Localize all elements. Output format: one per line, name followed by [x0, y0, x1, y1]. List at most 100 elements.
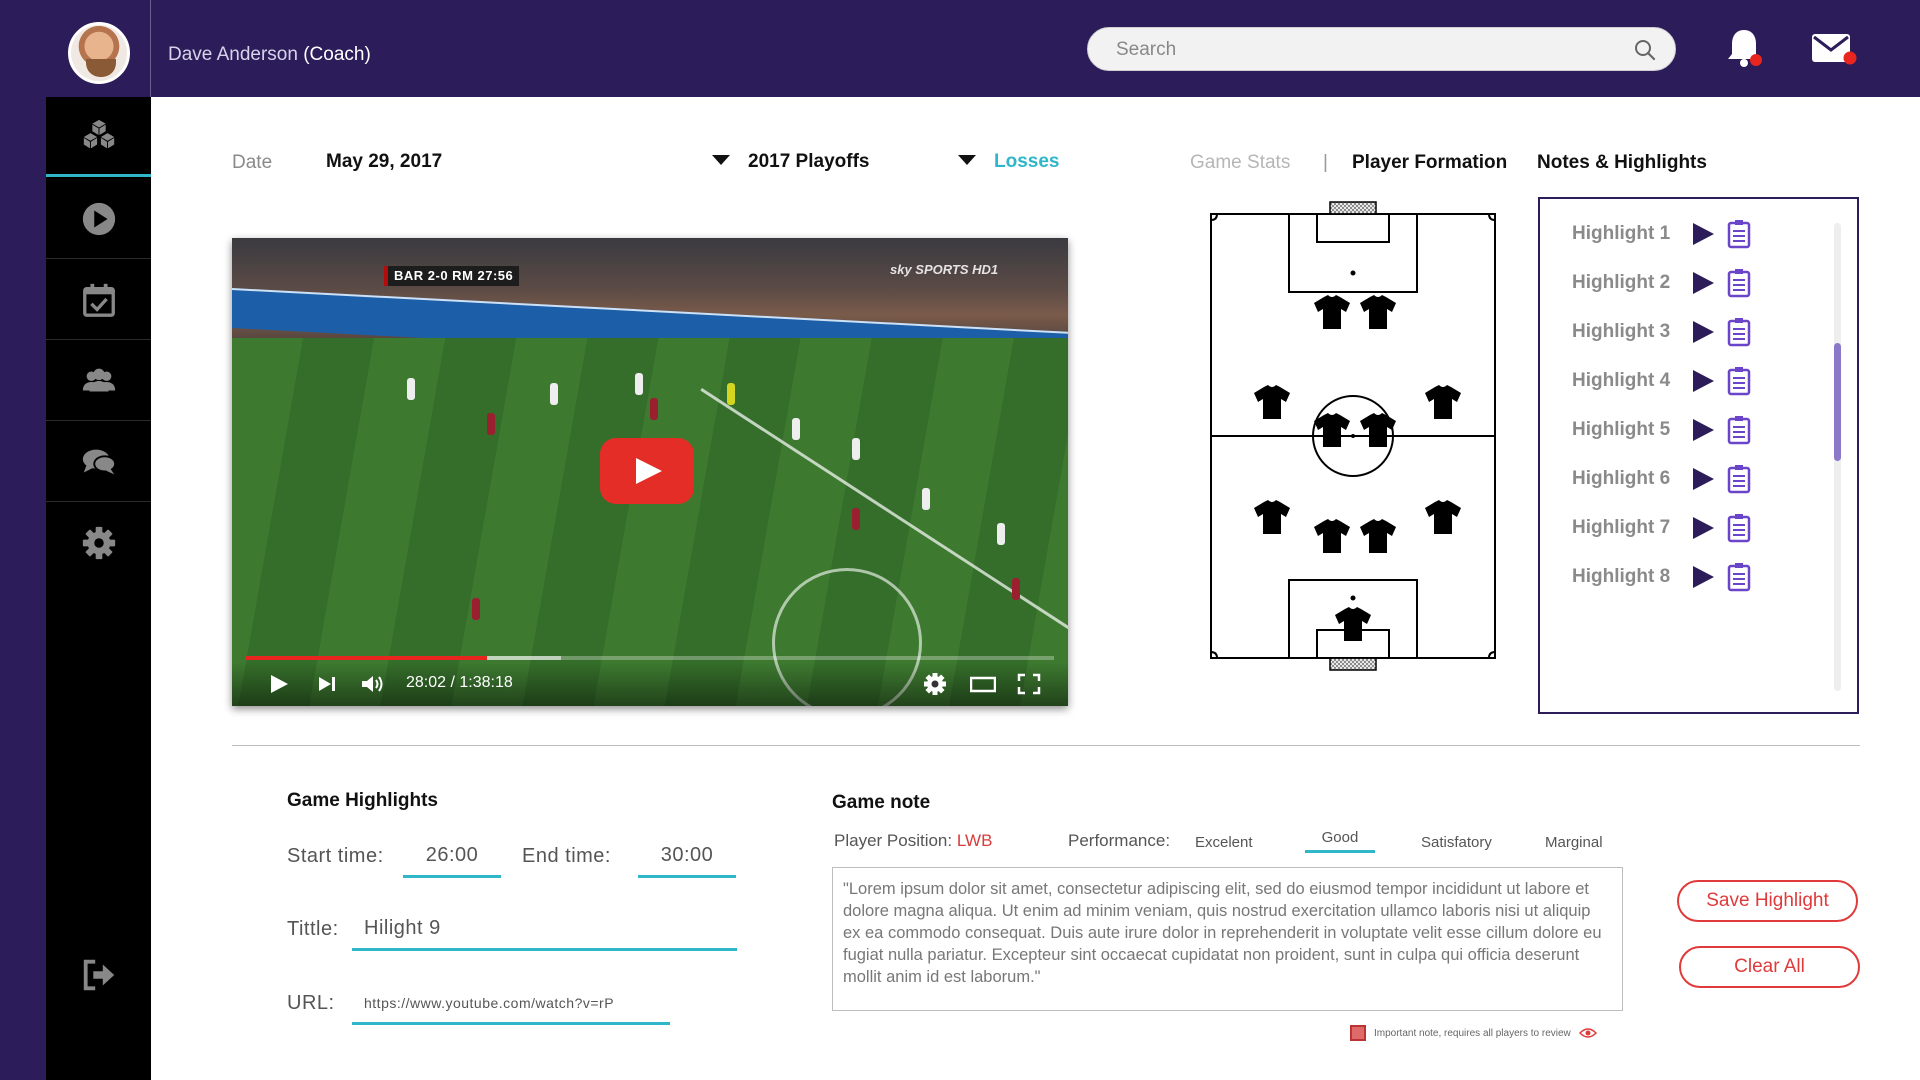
video-player-figure — [727, 383, 735, 405]
video-player-figure — [635, 373, 643, 395]
sidebar-item-video[interactable] — [46, 179, 151, 259]
sidebar-item-team[interactable] — [46, 341, 151, 421]
highlight-label: Highlight 1 — [1572, 223, 1671, 244]
video-player-figure — [550, 383, 558, 405]
clipboard-icon[interactable] — [1726, 513, 1752, 543]
end-time-field[interactable]: 30:00 — [638, 836, 736, 878]
sidebar-item-schedule[interactable] — [46, 260, 151, 340]
sidebar-item-dashboard[interactable] — [46, 97, 151, 177]
user-role: (Coach) — [303, 44, 371, 65]
player-position-value[interactable]: LWB — [957, 831, 993, 850]
tab-game-stats[interactable]: Game Stats — [1190, 152, 1290, 174]
play-icon[interactable] — [1690, 417, 1716, 443]
performance-option-marginal[interactable]: Marginal — [1545, 834, 1603, 851]
play-icon[interactable] — [1690, 564, 1716, 590]
video-progress-bar[interactable] — [246, 656, 1054, 660]
video-controls: 28:02 / 1:38:18 — [232, 662, 1068, 706]
play-icon[interactable] — [1690, 221, 1716, 247]
date-label: Date — [232, 152, 273, 173]
theater-mode-icon[interactable] — [970, 672, 996, 696]
settings-gear-icon[interactable] — [922, 672, 948, 696]
url-field[interactable]: https://www.youtube.com/watch?v=rP — [352, 983, 670, 1025]
clipboard-icon[interactable] — [1726, 268, 1752, 298]
avatar[interactable] — [68, 22, 130, 84]
skip-next-icon[interactable] — [314, 672, 340, 696]
scrollbar-thumb[interactable] — [1834, 343, 1841, 461]
logout-button[interactable] — [46, 935, 151, 1015]
sidebar-item-settings[interactable] — [46, 503, 151, 583]
start-time-label: Start time: — [287, 845, 384, 867]
clipboard-icon[interactable] — [1726, 219, 1752, 249]
clipboard-icon[interactable] — [1726, 317, 1752, 347]
volume-icon[interactable] — [360, 672, 386, 696]
play-icon[interactable] — [1690, 319, 1716, 345]
play-icon[interactable] — [1690, 270, 1716, 296]
highlight-label: Highlight 3 — [1572, 321, 1671, 342]
result-dropdown[interactable]: Losses — [958, 151, 1059, 173]
formation-pitch — [1210, 201, 1496, 671]
tab-player-formation[interactable]: Player Formation — [1352, 152, 1507, 174]
highlight-label: Highlight 5 — [1572, 419, 1671, 440]
cubes-icon — [83, 119, 114, 148]
search-box[interactable] — [1087, 27, 1676, 71]
clipboard-icon[interactable] — [1726, 366, 1752, 396]
search-input[interactable] — [1116, 37, 1616, 63]
performance-option-good[interactable]: Good — [1305, 829, 1375, 853]
highlights-scrollbar[interactable] — [1834, 223, 1841, 691]
highlight-item[interactable]: Highlight 3 — [1572, 317, 1752, 347]
video-play-button[interactable] — [600, 438, 694, 504]
clear-all-button[interactable]: Clear All — [1679, 946, 1860, 988]
save-highlight-button[interactable]: Save Highlight — [1677, 880, 1858, 922]
season-dropdown[interactable]: 2017 Playoffs — [712, 151, 869, 173]
clipboard-icon[interactable] — [1726, 415, 1752, 445]
video-time: 28:02 / 1:38:18 — [406, 674, 513, 691]
tab-notes-highlights[interactable]: Notes & Highlights — [1537, 152, 1707, 174]
performance-option-excelent[interactable]: Excelent — [1195, 834, 1253, 851]
clipboard-icon[interactable] — [1726, 562, 1752, 592]
play-icon[interactable] — [1690, 368, 1716, 394]
highlight-item[interactable]: Highlight 5 — [1572, 415, 1752, 445]
play-icon[interactable] — [1690, 466, 1716, 492]
video-scoreboard: BAR 2-0 RM 27:56 — [384, 266, 520, 286]
logout-icon — [83, 959, 114, 991]
player-position-label: Player Position: — [834, 831, 953, 850]
result-value: Losses — [994, 151, 1060, 172]
mail-icon[interactable] — [1810, 30, 1858, 68]
video-player-figure — [407, 378, 415, 400]
highlight-item[interactable]: Highlight 2 — [1572, 268, 1752, 298]
player-shirt-icon — [1425, 500, 1461, 534]
important-note-row: Important note, requires all players to … — [1350, 1025, 1597, 1041]
date-value[interactable]: May 29, 2017 — [326, 151, 442, 173]
video-player[interactable]: BAR 2-0 RM 27:56 sky SPORTS HD1 28:02 / … — [232, 238, 1068, 706]
search-icon[interactable] — [1633, 38, 1657, 62]
video-progress-fill — [246, 656, 488, 660]
video-player-figure — [997, 523, 1005, 545]
title-field[interactable]: Hilight 9 — [352, 909, 737, 951]
sidebar-item-messages[interactable] — [46, 422, 151, 502]
game-note-textarea[interactable]: "Lorem ipsum dolor sit amet, consectetur… — [832, 867, 1623, 1011]
end-time-label: End time: — [522, 845, 611, 867]
highlight-item[interactable]: Highlight 7 — [1572, 513, 1752, 543]
eye-icon[interactable] — [1578, 1027, 1597, 1039]
bell-icon[interactable] — [1724, 26, 1764, 70]
notification-badge — [1750, 54, 1762, 66]
highlight-item[interactable]: Highlight 4 — [1572, 366, 1752, 396]
highlight-item[interactable]: Highlight 1 — [1572, 219, 1752, 249]
important-note-checkbox[interactable] — [1350, 1025, 1366, 1041]
clipboard-icon[interactable] — [1726, 464, 1752, 494]
player-shirt-icon — [1335, 607, 1371, 641]
video-player-figure — [487, 413, 495, 435]
highlight-item[interactable]: Highlight 6 — [1572, 464, 1752, 494]
users-icon — [82, 368, 115, 391]
video-player-figure — [472, 598, 480, 620]
play-icon[interactable] — [266, 672, 292, 696]
highlight-item[interactable]: Highlight 8 — [1572, 562, 1752, 592]
fullscreen-icon[interactable] — [1016, 672, 1042, 696]
highlight-label: Highlight 2 — [1572, 272, 1671, 293]
start-time-field[interactable]: 26:00 — [403, 836, 501, 878]
url-label: URL: — [287, 992, 335, 1014]
caret-down-icon — [712, 154, 730, 165]
game-note-title: Game note — [832, 792, 931, 813]
play-icon[interactable] — [1690, 515, 1716, 541]
performance-option-satisfatory[interactable]: Satisfatory — [1421, 834, 1492, 851]
